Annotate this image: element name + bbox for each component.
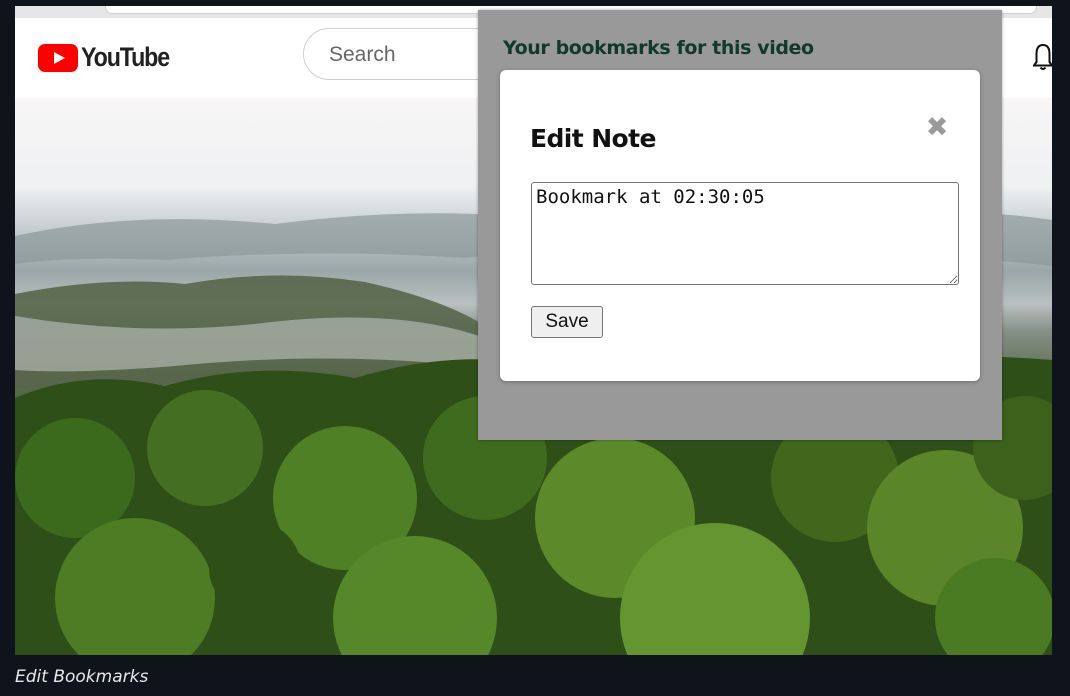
close-icon[interactable]: ✖: [925, 114, 949, 141]
popup-title: Your bookmarks for this video: [503, 37, 814, 59]
bell-icon[interactable]: [1033, 42, 1052, 72]
bookmarks-popup: Your bookmarks for this video Edit Note …: [478, 10, 1002, 440]
youtube-logo[interactable]: YouTube: [38, 42, 183, 73]
note-textarea[interactable]: Bookmark at 02:30:05: [531, 182, 959, 285]
search-input[interactable]: [327, 42, 481, 68]
save-button[interactable]: Save: [531, 306, 603, 338]
image-caption: Edit Bookmarks: [15, 667, 149, 687]
edit-note-modal: Edit Note ✖ Bookmark at 02:30:05 Save: [500, 70, 980, 381]
youtube-logo-icon: [38, 43, 78, 72]
youtube-wordmark: YouTube: [81, 42, 170, 72]
screenshot-frame: YouTube Search Your bookmarks for this v…: [15, 6, 1052, 655]
modal-title: Edit Note: [530, 124, 656, 153]
